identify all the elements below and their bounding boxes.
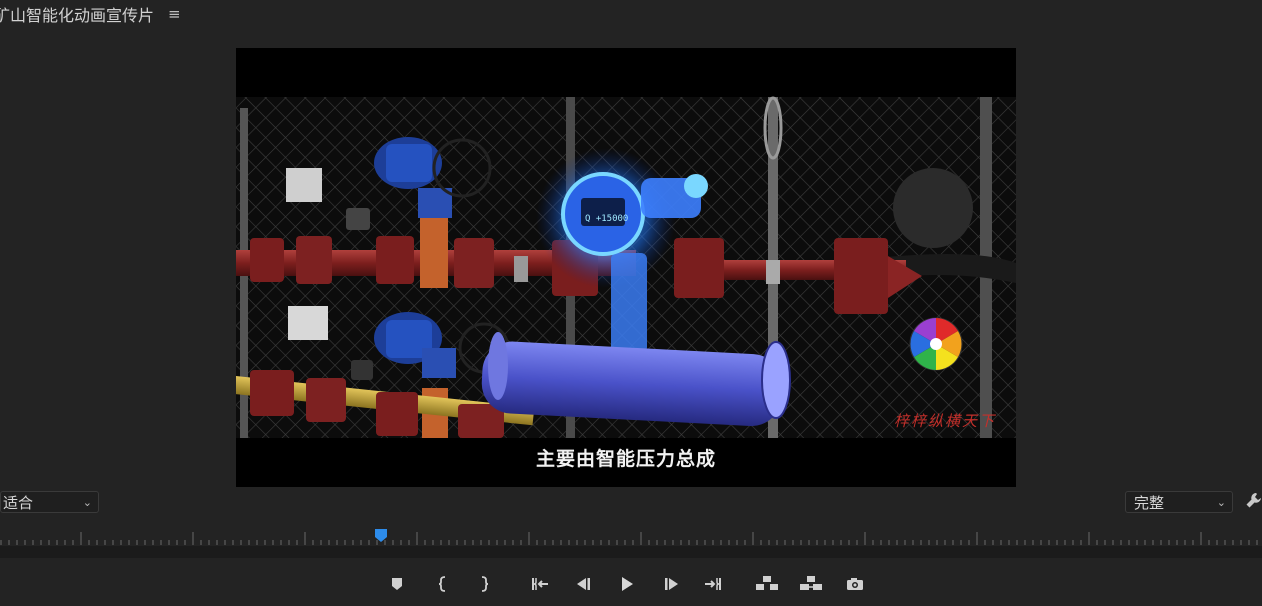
playback-resolution-select[interactable]: 完整 ⌄ — [1125, 491, 1233, 513]
video-preview[interactable]: Q +15000 梓梓纵横天下 主要由智能压力总成 — [236, 48, 1016, 487]
play-icon[interactable] — [615, 572, 639, 596]
playback-resolution-value: 完整 — [1134, 493, 1165, 512]
step-forward-icon[interactable] — [660, 572, 684, 596]
panel-title: 矿山智能化动画宣传片 — [0, 6, 155, 25]
chevron-down-icon: ⌄ — [82, 495, 92, 509]
wrench-icon[interactable] — [1246, 492, 1262, 510]
watermark-logo — [909, 317, 963, 371]
extract-icon[interactable] — [799, 572, 823, 596]
watermark-text: 梓梓纵横天下 — [894, 412, 997, 430]
export-frame-icon[interactable] — [843, 572, 867, 596]
chevron-down-icon: ⌄ — [1216, 495, 1226, 509]
mark-out-icon[interactable] — [472, 572, 496, 596]
playhead[interactable] — [374, 528, 388, 542]
mark-in-icon[interactable] — [431, 572, 455, 596]
time-ruler[interactable] — [0, 530, 1262, 546]
video-subtitle: 主要由智能压力总成 — [535, 448, 716, 470]
timeline-scrub-track[interactable] — [0, 546, 1262, 558]
transport-controls — [0, 572, 1262, 596]
device-display-text: Q +15000 — [585, 214, 628, 224]
hamburger-menu-icon[interactable]: ≡ — [168, 6, 181, 22]
zoom-fit-value: 适合 — [3, 493, 34, 512]
program-monitor-panel: 矿山智能化动画宣传片 ≡ Q +15000 梓梓纵横天下 主要由智能压力总成 适… — [0, 0, 1262, 606]
step-back-icon[interactable] — [571, 572, 595, 596]
add-marker-icon[interactable] — [385, 572, 409, 596]
go-to-out-icon[interactable] — [701, 572, 725, 596]
zoom-fit-select[interactable]: 适合 ⌄ — [0, 491, 99, 513]
go-to-in-icon[interactable] — [528, 572, 552, 596]
panel-header: 矿山智能化动画宣传片 ≡ — [0, 0, 300, 28]
lift-icon[interactable] — [755, 572, 779, 596]
